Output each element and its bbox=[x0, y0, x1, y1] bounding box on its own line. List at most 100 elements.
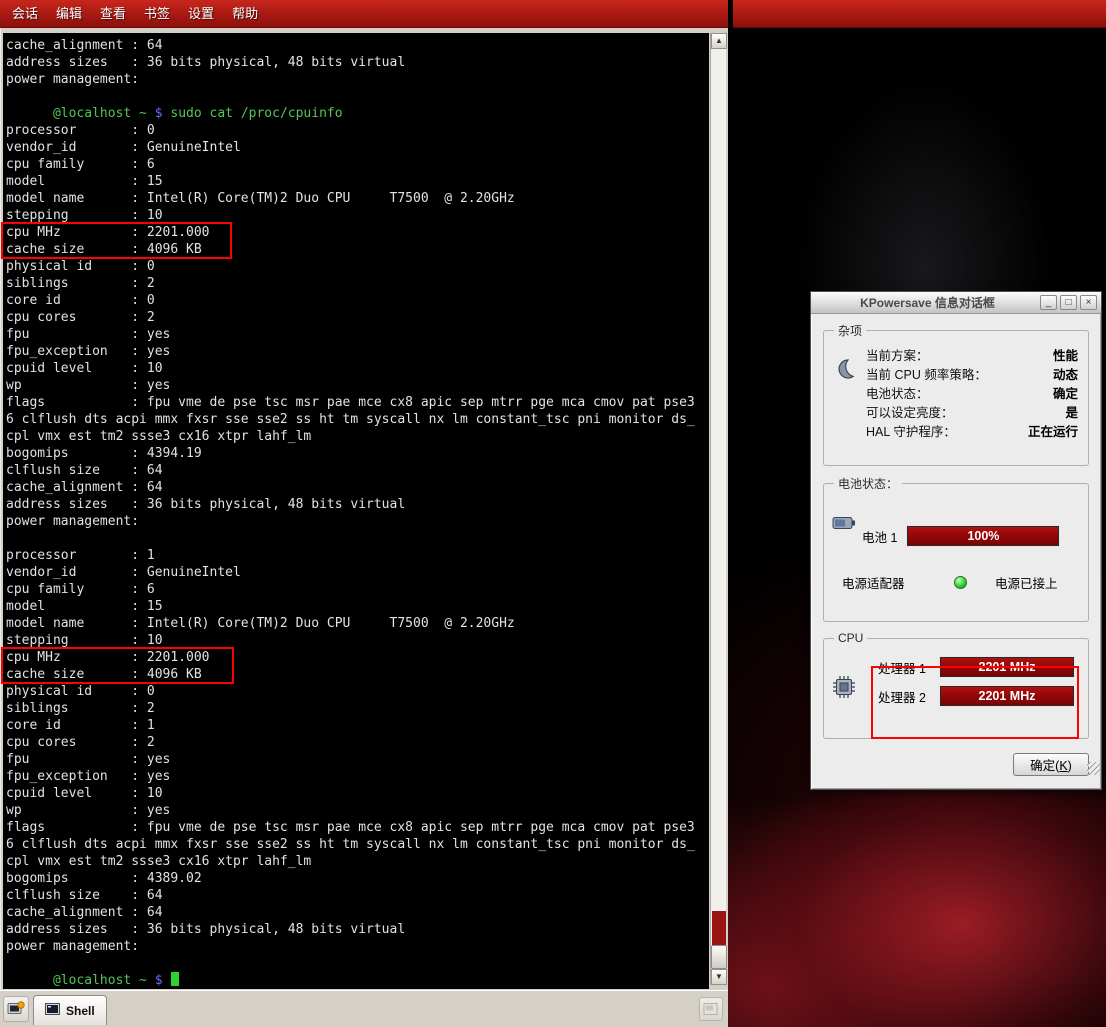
menu-item[interactable]: 编辑 bbox=[47, 0, 91, 28]
terminal-line: core id : 0 bbox=[6, 292, 709, 309]
battery-icon bbox=[832, 514, 856, 536]
terminal-line: cpu cores : 2 bbox=[6, 734, 709, 751]
new-session-icon bbox=[7, 1001, 25, 1017]
menu-item[interactable]: 设置 bbox=[179, 0, 223, 28]
info-label: 当前 CPU 频率策略： bbox=[866, 366, 987, 385]
menu-item[interactable]: 帮助 bbox=[223, 0, 267, 28]
terminal-line: cpl vmx est tm2 ssse3 cx16 xtpr lahf_lm bbox=[6, 428, 709, 445]
right-window-titlebar bbox=[733, 0, 1106, 28]
terminal-line: cpl vmx est tm2 ssse3 cx16 xtpr lahf_lm bbox=[6, 853, 709, 870]
terminal-line: cache size : 4096 KB bbox=[6, 241, 709, 258]
adapter-status: 电源已接上 bbox=[995, 573, 1058, 592]
session-list-button[interactable] bbox=[699, 997, 723, 1021]
terminal-line: processor : 0 bbox=[6, 122, 709, 139]
terminal-line: bogomips : 4389.02 bbox=[6, 870, 709, 887]
info-value: 是 bbox=[1065, 404, 1078, 423]
terminal-line: cache_alignment : 64 bbox=[6, 479, 709, 496]
terminal-line: vendor_id : GenuineIntel bbox=[6, 564, 709, 581]
cpu-row: 处理器 2 2201 MHz bbox=[878, 686, 1080, 706]
cpu-frequency-bar: 2201 MHz bbox=[940, 686, 1074, 706]
tab-shell[interactable]: Shell bbox=[33, 995, 107, 1025]
terminal-line: address sizes : 36 bits physical, 48 bit… bbox=[6, 54, 709, 71]
scrollbar-track[interactable] bbox=[711, 49, 727, 969]
dialog-title: KPowersave 信息对话框 bbox=[815, 294, 1040, 311]
terminal-line: @localhost ~ $ bbox=[6, 972, 709, 989]
terminal-line: bogomips : 4394.19 bbox=[6, 445, 709, 462]
terminal-line bbox=[6, 530, 709, 547]
adapter-row: 电源适配器 电源已接上 bbox=[842, 573, 1080, 592]
cpu-label: 处理器 1 bbox=[878, 658, 932, 677]
scroll-up-button[interactable]: ▲ bbox=[711, 33, 727, 49]
cpu-frequency-bar: 2201 MHz bbox=[940, 657, 1074, 677]
battery-label: 电池 1 bbox=[862, 527, 897, 546]
terminal-line: stepping : 10 bbox=[6, 207, 709, 224]
terminal-line: cpu cores : 2 bbox=[6, 309, 709, 326]
terminal-line bbox=[6, 955, 709, 972]
terminal-line: wp : yes bbox=[6, 377, 709, 394]
terminal-line: wp : yes bbox=[6, 802, 709, 819]
session-list-icon bbox=[703, 1002, 719, 1016]
terminal-line: cpu MHz : 2201.000 bbox=[6, 224, 709, 241]
terminal-line: model name : Intel(R) Core(TM)2 Duo CPU … bbox=[6, 615, 709, 632]
maximize-button[interactable]: □ bbox=[1060, 295, 1077, 310]
info-label: 可以设定亮度： bbox=[866, 404, 954, 423]
terminal-line: cpuid level : 10 bbox=[6, 785, 709, 802]
dialog-titlebar[interactable]: KPowersave 信息对话框 _ □ × bbox=[811, 292, 1101, 314]
tab-bar: Shell bbox=[0, 990, 728, 1027]
info-label: 电池状态： bbox=[866, 385, 929, 404]
terminal-line: model : 15 bbox=[6, 173, 709, 190]
cpu-row: 处理器 1 2201 MHz bbox=[878, 657, 1080, 677]
misc-group: 杂项 当前方案：性能当前 CPU 频率策略：动态电池状态：确定可以设定亮度：是H… bbox=[823, 322, 1089, 466]
terminal-line: fpu : yes bbox=[6, 751, 709, 768]
window-buttons: _ □ × bbox=[1040, 295, 1097, 310]
terminal-line: core id : 1 bbox=[6, 717, 709, 734]
terminal-scrollbar[interactable]: ▲ ▼ bbox=[710, 33, 726, 985]
tab-label: Shell bbox=[66, 1004, 95, 1018]
info-label: 当前方案： bbox=[866, 347, 929, 366]
terminal-icon bbox=[45, 1002, 60, 1020]
cpu-chip-icon bbox=[832, 675, 856, 704]
dialog-body: 杂项 当前方案：性能当前 CPU 频率策略：动态电池状态：确定可以设定亮度：是H… bbox=[811, 314, 1101, 776]
terminal-line: @localhost ~ $ sudo cat /proc/cpuinfo bbox=[6, 105, 709, 122]
ok-button[interactable]: 确定(K) bbox=[1013, 753, 1089, 776]
terminal-line: address sizes : 36 bits physical, 48 bit… bbox=[6, 496, 709, 513]
info-row: 电池状态：确定 bbox=[866, 385, 1078, 404]
menu-item[interactable]: 会话 bbox=[3, 0, 47, 28]
screen: 会话编辑查看书签设置帮助 cache_alignment : 64address… bbox=[0, 0, 1106, 1027]
terminal-line: cpu MHz : 2201.000 bbox=[6, 649, 709, 666]
menu-item[interactable]: 书签 bbox=[135, 0, 179, 28]
terminal-line: siblings : 2 bbox=[6, 700, 709, 717]
close-button[interactable]: × bbox=[1080, 295, 1097, 310]
suspend-moon-icon bbox=[832, 357, 856, 386]
info-row: 当前 CPU 频率策略：动态 bbox=[866, 366, 1078, 385]
terminal-line: vendor_id : GenuineIntel bbox=[6, 139, 709, 156]
terminal-line: fpu_exception : yes bbox=[6, 343, 709, 360]
menu-item[interactable]: 查看 bbox=[91, 0, 135, 28]
terminal-line: 6 clflush dts acpi mmx fxsr sse sse2 ss … bbox=[6, 836, 709, 853]
cpu-group-title: CPU bbox=[834, 631, 867, 645]
scroll-down-icon: ▼ bbox=[715, 972, 723, 981]
cpu-label: 处理器 2 bbox=[878, 687, 932, 706]
terminal-line: cache_alignment : 64 bbox=[6, 37, 709, 54]
scroll-up-icon: ▲ bbox=[715, 36, 723, 45]
scrollbar-thumb[interactable] bbox=[711, 945, 727, 969]
battery-group: 电池状态： 电池 1 100% 电源适配器 bbox=[823, 475, 1089, 622]
info-row: HAL 守护程序：正在运行 bbox=[866, 423, 1078, 442]
new-session-button[interactable] bbox=[3, 996, 29, 1022]
terminal-line: fpu_exception : yes bbox=[6, 768, 709, 785]
minimize-button[interactable]: _ bbox=[1040, 295, 1057, 310]
terminal-line: fpu : yes bbox=[6, 326, 709, 343]
konsole-window: 会话编辑查看书签设置帮助 cache_alignment : 64address… bbox=[0, 0, 728, 1027]
resize-grip[interactable] bbox=[1087, 762, 1100, 775]
power-led-icon bbox=[954, 576, 967, 589]
terminal-line: clflush size : 64 bbox=[6, 887, 709, 904]
terminal-output[interactable]: cache_alignment : 64address sizes : 36 b… bbox=[3, 33, 709, 989]
cpu-group: CPU 处理器 1 2201 MHz 处理器 2 2201 MHz bbox=[823, 631, 1089, 739]
menu-bar: 会话编辑查看书签设置帮助 bbox=[0, 0, 728, 28]
terminal-line: flags : fpu vme de pse tsc msr pae mce c… bbox=[6, 394, 709, 411]
info-value: 正在运行 bbox=[1028, 423, 1078, 442]
battery-group-title: 电池状态： bbox=[834, 475, 902, 492]
terminal-line: flags : fpu vme de pse tsc msr pae mce c… bbox=[6, 819, 709, 836]
terminal-line: physical id : 0 bbox=[6, 683, 709, 700]
scroll-down-button[interactable]: ▼ bbox=[711, 969, 727, 985]
